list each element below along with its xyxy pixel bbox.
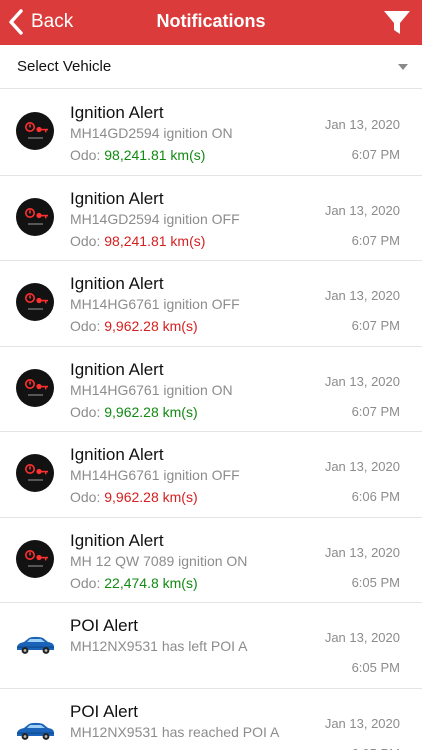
notification-title: Ignition Alert <box>70 274 164 293</box>
notification-time: 6:07 PM <box>351 232 400 248</box>
notification-date: Jan 13, 2020 <box>324 715 400 731</box>
navbar: Back Notifications <box>0 0 422 45</box>
notification-description: MH14GD2594 ignition OFF <box>70 210 240 227</box>
select-vehicle-dropdown[interactable]: Select Vehicle <box>0 45 422 89</box>
notification-description: MH12NX9531 has left POI A <box>70 638 248 654</box>
odo-label: Odo: <box>70 574 105 591</box>
notification-odometer: Odo: 9,962.28 km(s) <box>70 318 198 334</box>
ignition-key-icon <box>16 454 54 492</box>
notification-row[interactable]: Ignition Alert MH 12 QW 7089 ignition ON… <box>0 518 422 603</box>
notification-date: Jan 13, 2020 <box>324 373 400 389</box>
odo-value: 98,241.81 km(s) <box>104 232 206 249</box>
car-icon <box>14 717 56 743</box>
ignition-key-icon <box>16 112 54 150</box>
ignition-key-icon <box>16 283 54 321</box>
notification-title: POI Alert <box>70 616 139 635</box>
notification-time: 6:05 PM <box>351 660 400 675</box>
odo-value: 9,962.28 km(s) <box>104 318 198 334</box>
notification-date: Jan 13, 2020 <box>324 288 400 303</box>
ignition-key-icon <box>16 368 54 407</box>
odo-value: 98,241.81 km(s) <box>104 147 206 163</box>
odo-label: Odo: <box>70 403 105 420</box>
odo-value: 22,474.8 km(s) <box>104 574 198 591</box>
notification-row[interactable]: POI Alert MH12NX9531 has left POI A Jan … <box>0 603 422 689</box>
notification-row[interactable]: Ignition Alert MH14GD2594 ignition ON Od… <box>0 90 422 176</box>
car-icon <box>14 631 56 657</box>
notification-list: Ignition Alert MH14GD2594 ignition ON Od… <box>0 90 422 750</box>
notification-odometer: Odo: 98,241.81 km(s) <box>70 233 205 249</box>
odo-value: 9,962.28 km(s) <box>104 403 198 420</box>
notification-title: Ignition Alert <box>70 359 164 379</box>
notification-date: Jan 13, 2020 <box>324 544 400 560</box>
notification-time: 6:05 PM <box>351 574 400 590</box>
notification-odometer: Odo: 9,962.28 km(s) <box>70 489 198 505</box>
page-title: Notifications <box>156 11 266 31</box>
notification-odometer: Odo: 98,241.81 km(s) <box>70 147 205 163</box>
notification-date: Jan 13, 2020 <box>324 117 400 132</box>
select-vehicle-label: Select Vehicle <box>17 58 112 75</box>
notification-date: Jan 13, 2020 <box>324 459 400 474</box>
ignition-key-icon <box>16 197 54 236</box>
notification-title: Ignition Alert <box>70 188 164 208</box>
notification-row[interactable]: Ignition Alert MH14HG6761 ignition ON Od… <box>0 347 422 432</box>
notification-title: Ignition Alert <box>70 103 164 122</box>
notification-time: 6:06 PM <box>351 489 400 504</box>
notification-row[interactable]: Ignition Alert MH14GD2594 ignition OFF O… <box>0 176 422 261</box>
notification-odometer: Odo: 9,962.28 km(s) <box>70 404 198 420</box>
notification-date: Jan 13, 2020 <box>324 630 400 645</box>
notification-title: Ignition Alert <box>70 445 164 464</box>
notification-odometer: Odo: 22,474.8 km(s) <box>70 575 198 591</box>
notification-date: Jan 13, 2020 <box>324 202 400 218</box>
notification-time: 6:07 PM <box>351 403 400 419</box>
odo-label: Odo: <box>70 232 105 249</box>
notification-description: MH14GD2594 ignition ON <box>70 125 233 141</box>
notification-time: 6:07 PM <box>351 318 400 333</box>
notification-time: 6:05 PM <box>352 746 400 750</box>
odo-value: 9,962.28 km(s) <box>104 489 198 505</box>
notification-description: MH14HG6761 ignition OFF <box>70 467 240 483</box>
notification-time: 6:07 PM <box>351 147 400 162</box>
notification-description: MH12NX9531 has reached POI A <box>70 723 280 740</box>
notification-row[interactable]: POI Alert MH12NX9531 has reached POI A J… <box>0 689 422 750</box>
odo-label: Odo: <box>70 147 105 163</box>
caret-down-icon <box>398 64 408 70</box>
notification-title: POI Alert <box>70 701 139 721</box>
odo-label: Odo: <box>70 318 105 334</box>
ignition-key-icon <box>16 539 54 578</box>
odo-label: Odo: <box>70 489 105 505</box>
notification-row[interactable]: Ignition Alert MH14HG6761 ignition OFF O… <box>0 261 422 347</box>
filter-funnel-icon[interactable] <box>383 9 411 37</box>
notification-row[interactable]: Ignition Alert MH14HG6761 ignition OFF O… <box>0 432 422 518</box>
notification-description: MH14HG6761 ignition ON <box>70 381 233 398</box>
notification-title: Ignition Alert <box>70 530 164 550</box>
notification-description: MH14HG6761 ignition OFF <box>70 296 240 312</box>
notification-description: MH 12 QW 7089 ignition ON <box>70 552 248 569</box>
